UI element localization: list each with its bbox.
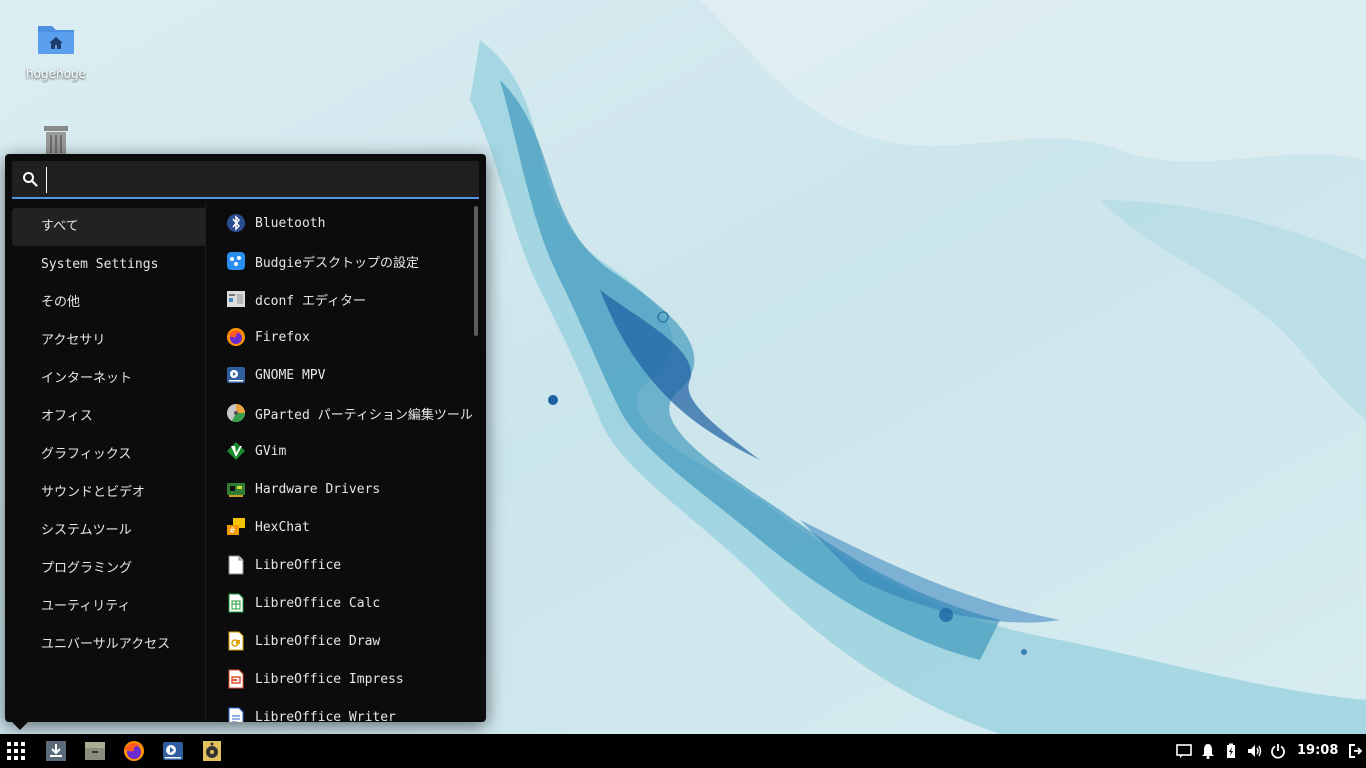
power-icon[interactable] bbox=[1270, 743, 1286, 759]
hardware-drivers-icon bbox=[227, 483, 245, 497]
libreoffice-draw-icon bbox=[228, 631, 244, 651]
taskbar-files[interactable] bbox=[83, 739, 107, 763]
svg-text:#: # bbox=[229, 526, 236, 535]
app-menu-button[interactable] bbox=[4, 739, 28, 763]
libreoffice-calc-icon bbox=[228, 593, 244, 613]
gnome-mpv-icon bbox=[163, 742, 183, 760]
app-hardware-drivers[interactable]: Hardware Drivers bbox=[219, 470, 474, 508]
app-gnome-mpv[interactable]: GNOME MPV bbox=[219, 356, 474, 394]
search-icon bbox=[23, 172, 38, 187]
libreoffice-writer-icon bbox=[228, 707, 244, 722]
app-gparted[interactable]: GParted パーティション編集ツール bbox=[219, 394, 474, 432]
category-list: すべて System Settings その他 アクセサリ インターネット オフ… bbox=[12, 208, 205, 664]
category-utilities[interactable]: ユーティリティ bbox=[12, 588, 205, 626]
speaker-app-icon bbox=[203, 741, 221, 761]
app-label: GVim bbox=[255, 443, 287, 459]
category-all[interactable]: すべて bbox=[12, 208, 205, 246]
home-folder-icon bbox=[38, 26, 74, 54]
app-label: dconf エディター bbox=[255, 293, 367, 309]
volume-icon[interactable] bbox=[1247, 743, 1263, 759]
taskbar-downloads[interactable] bbox=[44, 739, 68, 763]
app-label: LibreOffice Writer bbox=[255, 709, 396, 723]
bluetooth-icon bbox=[227, 214, 245, 232]
app-budgie-settings[interactable]: Budgieデスクトップの設定 bbox=[219, 242, 474, 280]
app-label: Budgieデスクトップの設定 bbox=[255, 255, 419, 271]
libreoffice-icon bbox=[228, 555, 244, 575]
gnome-mpv-icon bbox=[227, 367, 245, 383]
dconf-editor-icon bbox=[227, 291, 245, 307]
app-label: LibreOffice Draw bbox=[255, 633, 381, 649]
app-gvim[interactable]: GVim bbox=[219, 432, 474, 470]
category-other[interactable]: その他 bbox=[12, 284, 205, 322]
firefox-icon bbox=[124, 741, 144, 761]
menu-divider bbox=[205, 204, 206, 722]
gparted-icon bbox=[227, 404, 245, 422]
desktop-home-folder[interactable]: hogehoge bbox=[16, 16, 96, 81]
app-libreoffice-calc[interactable]: LibreOffice Calc bbox=[219, 584, 474, 622]
category-system-tools[interactable]: システムツール bbox=[12, 512, 205, 550]
app-grid-icon bbox=[7, 742, 25, 760]
downloads-icon bbox=[46, 741, 66, 761]
app-libreoffice[interactable]: LibreOffice bbox=[219, 546, 474, 584]
search-input[interactable] bbox=[46, 167, 473, 193]
app-bluetooth[interactable]: Bluetooth bbox=[219, 204, 474, 242]
budgie-settings-icon bbox=[227, 252, 245, 270]
category-sound-video[interactable]: サウンドとビデオ bbox=[12, 474, 205, 512]
raven-sidebar-icon[interactable] bbox=[1347, 743, 1363, 759]
category-accessories[interactable]: アクセサリ bbox=[12, 322, 205, 360]
category-office[interactable]: オフィス bbox=[12, 398, 205, 436]
firefox-icon bbox=[227, 328, 245, 346]
hexchat-icon: # bbox=[227, 518, 245, 535]
battery-icon[interactable] bbox=[1223, 743, 1239, 759]
app-label: HexChat bbox=[255, 519, 310, 535]
category-system-settings[interactable]: System Settings bbox=[12, 246, 205, 284]
app-label: LibreOffice Impress bbox=[255, 671, 404, 687]
gvim-icon bbox=[227, 442, 245, 460]
taskbar-audio-player[interactable] bbox=[200, 739, 224, 763]
taskbar-gnome-mpv[interactable] bbox=[161, 739, 185, 763]
app-dconf-editor[interactable]: dconf エディター bbox=[219, 280, 474, 318]
category-internet[interactable]: インターネット bbox=[12, 360, 205, 398]
notifications-tray-icon[interactable] bbox=[1176, 743, 1192, 759]
bottom-panel: 19:08 bbox=[0, 734, 1366, 768]
app-label: Firefox bbox=[255, 329, 310, 345]
bell-icon[interactable] bbox=[1200, 743, 1216, 759]
app-libreoffice-impress[interactable]: LibreOffice Impress bbox=[219, 660, 474, 698]
taskbar-firefox[interactable] bbox=[122, 739, 146, 763]
file-manager-icon bbox=[85, 742, 105, 760]
category-universal-access[interactable]: ユニバーサルアクセス bbox=[12, 626, 205, 664]
category-graphics[interactable]: グラフィックス bbox=[12, 436, 205, 474]
search-box bbox=[12, 161, 479, 199]
app-label: Bluetooth bbox=[255, 215, 326, 231]
desktop-home-label: hogehoge bbox=[26, 67, 86, 81]
libreoffice-impress-icon bbox=[228, 669, 244, 689]
app-list-scrollbar[interactable] bbox=[474, 206, 478, 336]
app-libreoffice-writer[interactable]: LibreOffice Writer bbox=[219, 698, 474, 722]
category-programming[interactable]: プログラミング bbox=[12, 550, 205, 588]
app-label: GNOME MPV bbox=[255, 367, 326, 383]
app-label: LibreOffice bbox=[255, 557, 342, 573]
menu-pointer bbox=[12, 722, 28, 730]
app-label: LibreOffice Calc bbox=[255, 595, 381, 611]
app-firefox[interactable]: Firefox bbox=[219, 318, 474, 356]
app-libreoffice-draw[interactable]: LibreOffice Draw bbox=[219, 622, 474, 660]
app-list: Bluetooth Budgieデスクトップの設定 dconf エディター Fi… bbox=[219, 204, 474, 722]
app-label: Hardware Drivers bbox=[255, 481, 381, 497]
app-label: GParted パーティション編集ツール bbox=[255, 407, 473, 423]
panel-clock[interactable]: 19:08 bbox=[1297, 743, 1338, 758]
app-hexchat[interactable]: # HexChat bbox=[219, 508, 474, 546]
application-menu: すべて System Settings その他 アクセサリ インターネット オフ… bbox=[5, 154, 486, 722]
